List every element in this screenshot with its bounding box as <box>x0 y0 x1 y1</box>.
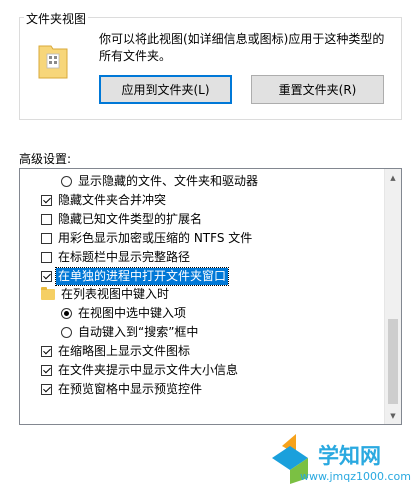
list-item[interactable]: 在文件夹提示中显示文件大小信息 <box>20 361 401 380</box>
folder-views-description: 你可以将此视图(如详细信息或图标)应用于这种类型的所有文件夹。 <box>99 32 385 63</box>
list-item: 在列表视图中键入时 <box>20 285 401 304</box>
list-item[interactable]: 在缩略图上显示文件图标 <box>20 342 401 361</box>
list-item-label: 在单独的进程中打开文件夹窗口 <box>54 266 230 286</box>
vertical-scrollbar[interactable]: ▲ ▼ <box>384 169 401 424</box>
scrollbar-thumb[interactable] <box>388 319 398 404</box>
list-item-label: 在标题栏中显示完整路径 <box>58 249 191 264</box>
radio-icon[interactable] <box>61 176 72 187</box>
list-item-label: 在文件夹提示中显示文件大小信息 <box>58 363 239 377</box>
list-item-label: 自动键入到“搜索”框中 <box>78 325 199 340</box>
radio-icon[interactable] <box>61 308 72 320</box>
list-item-label: 隐藏已知文件类型的扩展名 <box>58 211 203 226</box>
scroll-up-icon[interactable]: ▲ <box>385 169 401 186</box>
watermark-url: www.jmqz1000.com <box>300 470 411 483</box>
list-item[interactable]: 在视图中选中键入项 <box>20 304 401 323</box>
folder-icon <box>38 45 68 79</box>
list-item-label: 在视图中选中键入项 <box>78 306 187 321</box>
watermark-title: 学知网 <box>318 444 381 468</box>
checkbox-icon[interactable] <box>41 270 52 282</box>
advanced-settings-label: 高级设置: <box>19 152 72 166</box>
checkbox-icon[interactable] <box>41 251 52 263</box>
checkbox-icon[interactable] <box>41 194 52 206</box>
list-item-label: 显示隐藏的文件、文件夹和驱动器 <box>78 174 259 188</box>
scroll-down-icon[interactable]: ▼ <box>385 407 401 424</box>
folder-views-title: 文件夹视图 <box>24 10 89 27</box>
checkbox-icon[interactable] <box>41 365 52 376</box>
list-item-label: 在缩略图上显示文件图标 <box>58 344 191 359</box>
radio-icon[interactable] <box>61 327 72 339</box>
list-item-label: 在预览窗格中显示预览控件 <box>58 381 203 396</box>
list-item[interactable]: 在预览窗格中显示预览控件 <box>20 380 401 399</box>
list-item[interactable]: 用彩色显示加密或压缩的 NTFS 文件 <box>20 229 401 248</box>
list-item-label: 用彩色显示加密或压缩的 NTFS 文件 <box>58 230 253 245</box>
reset-folders-button[interactable]: 重置文件夹(R) <box>251 75 384 104</box>
list-item-label: 隐藏文件夹合并冲突 <box>58 192 167 207</box>
checkbox-icon[interactable] <box>41 232 52 244</box>
list-item-label: 在列表视图中键入时 <box>61 287 170 302</box>
list-item[interactable]: 在标题栏中显示完整路径 <box>20 248 401 267</box>
advanced-settings-list[interactable]: 显示隐藏的文件、文件夹和驱动器隐藏文件夹合并冲突隐藏已知文件类型的扩展名用彩色显… <box>19 168 402 425</box>
checkbox-icon[interactable] <box>41 346 52 358</box>
list-item[interactable]: 隐藏已知文件类型的扩展名 <box>20 210 401 229</box>
list-item[interactable]: 隐藏文件夹合并冲突 <box>20 191 401 210</box>
list-item[interactable]: 自动键入到“搜索”框中 <box>20 323 401 342</box>
checkbox-icon[interactable] <box>41 383 52 395</box>
folder-icon <box>41 287 55 301</box>
apply-to-folders-button[interactable]: 应用到文件夹(L) <box>99 75 232 104</box>
list-item[interactable]: 在单独的进程中打开文件夹窗口 <box>20 266 401 286</box>
list-item[interactable]: 显示隐藏的文件、文件夹和驱动器 <box>20 172 401 191</box>
checkbox-icon[interactable] <box>41 213 52 225</box>
